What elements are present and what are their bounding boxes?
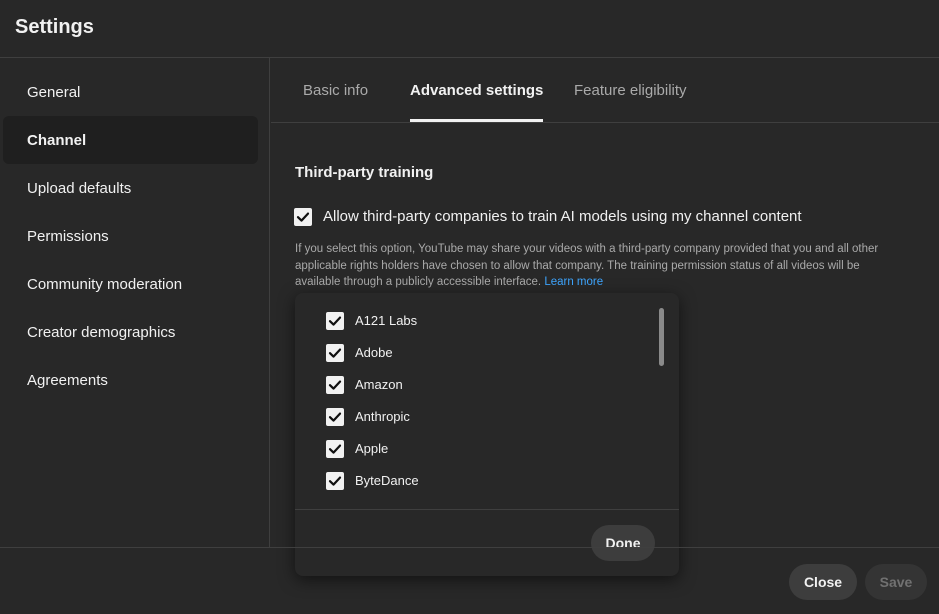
sidebar-item-upload-defaults[interactable]: Upload defaults bbox=[3, 164, 258, 212]
checkmark-icon bbox=[328, 316, 342, 326]
checkmark-icon bbox=[328, 348, 342, 358]
sidebar-item-channel[interactable]: Channel bbox=[3, 116, 258, 164]
allow-training-label[interactable]: Allow third-party companies to train AI … bbox=[323, 208, 802, 225]
checkmark-icon bbox=[296, 212, 310, 222]
list-item[interactable]: Adobe bbox=[295, 337, 679, 369]
checkmark-icon bbox=[328, 412, 342, 422]
settings-tabs: Basic info Advanced settings Feature eli… bbox=[271, 58, 939, 123]
learn-more-link[interactable]: Learn more bbox=[544, 276, 603, 288]
close-button[interactable]: Close bbox=[789, 564, 857, 600]
checkmark-icon bbox=[328, 444, 342, 454]
list-scrollbar[interactable] bbox=[659, 308, 664, 366]
company-checkbox-adobe[interactable] bbox=[326, 344, 344, 362]
company-list-popup: A121 Labs Adobe Amazon Anthropic Apple B… bbox=[295, 293, 679, 576]
done-button[interactable]: Done bbox=[591, 525, 655, 561]
company-label: Amazon bbox=[355, 377, 403, 392]
checkmark-icon bbox=[328, 476, 342, 486]
settings-sidebar: General Channel Upload defaults Permissi… bbox=[0, 58, 270, 547]
company-checkbox-anthropic[interactable] bbox=[326, 408, 344, 426]
checkmark-icon bbox=[328, 380, 342, 390]
list-item[interactable]: Apple bbox=[295, 433, 679, 465]
section-title-third-party-training: Third-party training bbox=[295, 164, 434, 181]
allow-training-checkbox[interactable] bbox=[294, 208, 312, 226]
tab-basic-info[interactable]: Basic info bbox=[303, 58, 368, 122]
sidebar-item-general[interactable]: General bbox=[3, 68, 258, 116]
company-checkbox-bytedance[interactable] bbox=[326, 472, 344, 490]
dialog-header: Settings bbox=[0, 0, 939, 58]
company-label: Anthropic bbox=[355, 409, 410, 424]
company-label: Adobe bbox=[355, 345, 393, 360]
tab-advanced-settings[interactable]: Advanced settings bbox=[410, 58, 544, 122]
list-item[interactable]: A121 Labs bbox=[295, 305, 679, 337]
company-checkbox-apple[interactable] bbox=[326, 440, 344, 458]
footer-divider bbox=[0, 547, 939, 548]
popup-divider bbox=[295, 509, 679, 510]
tab-feature-eligibility[interactable]: Feature eligibility bbox=[574, 58, 687, 122]
sidebar-item-permissions[interactable]: Permissions bbox=[3, 212, 258, 260]
company-label: Apple bbox=[355, 441, 389, 456]
list-item[interactable]: Anthropic bbox=[295, 401, 679, 433]
list-item[interactable]: ByteDance bbox=[295, 465, 679, 497]
company-checkbox-amazon[interactable] bbox=[326, 376, 344, 394]
save-button[interactable]: Save bbox=[865, 564, 927, 600]
dialog-title: Settings bbox=[15, 16, 94, 38]
sidebar-item-agreements[interactable]: Agreements bbox=[3, 356, 258, 404]
list-item[interactable]: Amazon bbox=[295, 369, 679, 401]
company-label: ByteDance bbox=[355, 473, 419, 488]
company-label: A121 Labs bbox=[355, 313, 418, 328]
sidebar-item-creator-demographics[interactable]: Creator demographics bbox=[3, 308, 258, 356]
sidebar-item-community-moderation[interactable]: Community moderation bbox=[3, 260, 258, 308]
settings-dialog: Settings General Channel Upload defaults… bbox=[0, 0, 939, 614]
company-checkbox-a121-labs[interactable] bbox=[326, 312, 344, 330]
training-description: If you select this option, YouTube may s… bbox=[295, 241, 895, 291]
